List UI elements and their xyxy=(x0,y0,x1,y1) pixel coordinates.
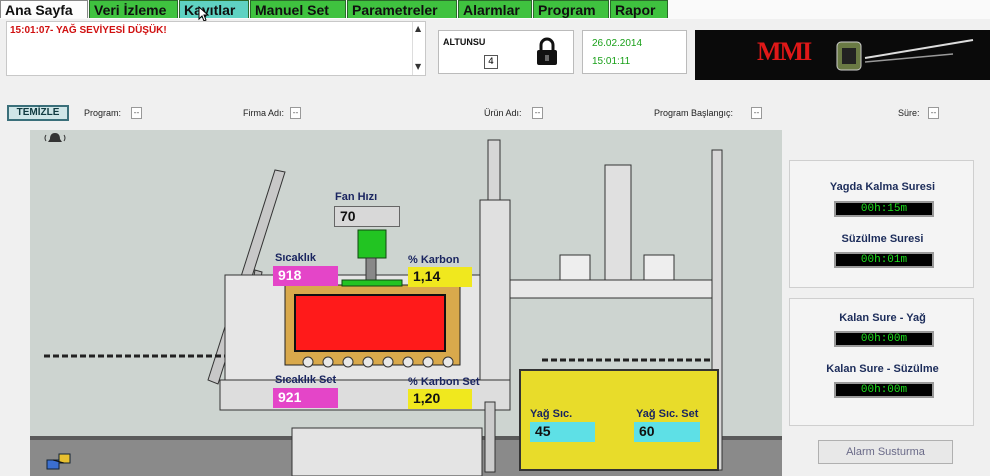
logo-banner: MMI xyxy=(695,30,990,80)
time-display: 15:01:11 xyxy=(592,56,631,67)
tab-parametreler[interactable]: Parametreler xyxy=(347,0,457,18)
drain-time-value: 00h:01m xyxy=(834,252,934,268)
tab-bar: Ana Sayfa Veri İzleme Kayıtlar Manuel Se… xyxy=(0,0,990,22)
filter-value-sure: -- xyxy=(928,107,939,119)
logo: MMI xyxy=(757,37,812,66)
remaining-drain-value: 00h:00m xyxy=(834,382,934,398)
scroll-up-icon[interactable]: ▲ xyxy=(415,24,421,33)
filter-label-urun: Ürün Adı: xyxy=(484,108,522,118)
tab-kayitlar[interactable]: Kayıtlar xyxy=(179,0,249,18)
alarm-silence-button[interactable]: Alarm Susturma xyxy=(818,440,953,464)
altunsu-box: ALTUNSU 4 xyxy=(438,30,574,74)
tab-program[interactable]: Program xyxy=(533,0,609,18)
altunsu-value: 4 xyxy=(484,55,498,69)
oil-set-value: 60 xyxy=(634,422,700,442)
datetime-box: 26.02.2014 15:01:11 xyxy=(582,30,687,74)
carbon-set-value: 1,20 xyxy=(408,389,472,409)
alarm-bell-icon xyxy=(44,133,66,142)
oil-temp-value: 45 xyxy=(530,422,595,442)
furnace-diagram: Fan Hızı 70 Sıcaklık 918 % Karbon 1,14 S… xyxy=(30,130,782,476)
date-display: 26.02.2014 xyxy=(592,38,643,49)
oil-temp-label: Yağ Sıc. xyxy=(530,408,573,420)
fan-speed-value: 70 xyxy=(334,206,400,227)
alarm-message: 15:01:07- YAĞ SEVİYESİ DÜŞÜK! xyxy=(10,25,167,36)
machine-logo-icon xyxy=(836,39,974,71)
tab-ana-sayfa[interactable]: Ana Sayfa xyxy=(0,0,88,18)
oil-dwell-time-value: 00h:15m xyxy=(834,201,934,217)
carbon-value: 1,14 xyxy=(408,267,472,287)
remaining-oil-value: 00h:00m xyxy=(834,331,934,347)
alarm-message-box: 15:01:07- YAĞ SEVİYESİ DÜŞÜK! ▲ ▼ xyxy=(6,21,426,76)
network-icon[interactable] xyxy=(46,452,72,472)
mouse-cursor-icon xyxy=(198,6,210,22)
temperature-value: 918 xyxy=(273,266,338,286)
filter-label-program: Program: xyxy=(84,108,122,118)
carbon-label: % Karbon xyxy=(408,254,460,266)
tab-veri-izleme[interactable]: Veri İzleme xyxy=(89,0,178,18)
temperature-set-label: Sıcaklık Set xyxy=(275,374,337,386)
temperature-set-value: 921 xyxy=(273,388,338,408)
remaining-oil-label: Kalan Sure - Yağ xyxy=(839,312,926,324)
filter-row: Program: -- Firma Adı: -- Ürün Adı: -- P… xyxy=(0,102,990,126)
filter-value-urun: -- xyxy=(532,107,543,119)
filter-value-program: -- xyxy=(131,107,142,119)
filter-label-sure: Süre: xyxy=(898,108,920,118)
temperature-label: Sıcaklık xyxy=(275,252,316,264)
remaining-drain-label: Kalan Sure - Süzülme xyxy=(826,363,939,375)
alarm-scrollbar[interactable]: ▲ ▼ xyxy=(412,22,425,75)
filter-label-baslangic: Program Başlangıç: xyxy=(654,108,734,118)
tab-rapor[interactable]: Rapor xyxy=(610,0,668,18)
drain-time-label: Süzülme Suresi xyxy=(841,233,924,245)
oil-timers-panel: Yagda Kalma Suresi 00h:15m Süzülme Sures… xyxy=(789,160,974,288)
fan-speed-label: Fan Hızı xyxy=(335,191,378,203)
filter-label-firma: Firma Adı: xyxy=(243,108,285,118)
filter-value-firma: -- xyxy=(290,107,301,119)
altunsu-label: ALTUNSU xyxy=(443,37,486,47)
lock-icon[interactable] xyxy=(535,37,559,67)
oil-set-label: Yağ Sıc. Set xyxy=(636,408,699,420)
remaining-timers-panel: Kalan Sure - Yağ 00h:00m Kalan Sure - Sü… xyxy=(789,298,974,426)
scroll-down-icon[interactable]: ▼ xyxy=(415,62,421,71)
carbon-set-label: % Karbon Set xyxy=(408,376,480,388)
filter-value-baslangic: -- xyxy=(751,107,762,119)
oil-dwell-time-label: Yagda Kalma Suresi xyxy=(829,181,936,193)
tab-alarmlar[interactable]: Alarmlar xyxy=(458,0,532,18)
tab-manuel-set[interactable]: Manuel Set xyxy=(250,0,346,18)
